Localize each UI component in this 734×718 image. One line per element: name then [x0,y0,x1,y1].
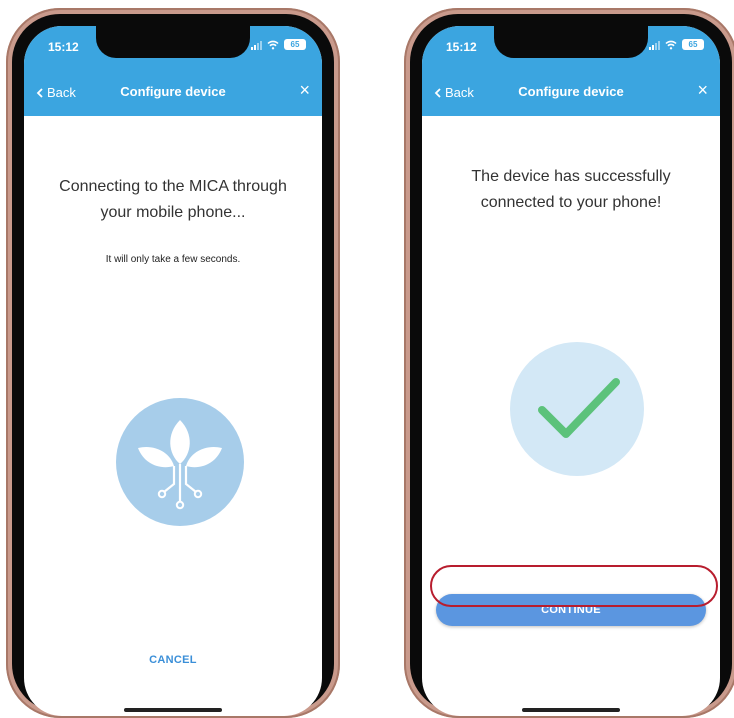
home-indicator[interactable] [124,708,222,712]
phone-frame-connected: 15:12 65 Back Configure device × The dev… [404,8,734,718]
close-button[interactable]: × [299,80,310,101]
wifi-icon [267,40,279,49]
signal-icon [649,40,660,50]
plant-graphic [138,420,222,510]
screen-connected: 15:12 65 Back Configure device × The dev… [422,26,720,716]
wifi-icon [665,40,677,49]
phone-notch [494,26,648,58]
status-time: 15:12 [48,40,79,54]
phone-frame-connecting: 15:12 65 Back Configure device × Connect… [6,8,340,718]
phone-notch [96,26,250,58]
signal-icon [251,40,262,50]
connecting-headline: Connecting to the MICA through your mobi… [44,174,302,226]
continue-highlight-annotation [430,565,718,607]
screen-connecting: 15:12 65 Back Configure device × Connect… [24,26,322,716]
battery-icon: 65 [682,39,704,50]
headline-line-1: Connecting to the MICA through [59,178,287,195]
status-bar: 15:12 65 [24,26,322,70]
status-icons: 65 [251,39,306,50]
nav-bar: Back Configure device × [24,70,322,116]
checkmark-icon [510,342,644,476]
battery-icon: 65 [284,39,306,50]
close-button[interactable]: × [697,80,708,101]
headline-line-2: your mobile phone... [100,204,246,221]
nav-bar: Back Configure device × [422,70,720,116]
status-icons: 65 [649,39,704,50]
status-time: 15:12 [446,40,477,54]
checkmark-graphic [538,378,620,438]
connected-headline: The device has successfully connected to… [442,164,700,216]
mica-plant-icon [116,398,244,526]
headline-line-2: connected to your phone! [480,194,662,211]
status-bar: 15:12 65 [422,26,720,70]
cancel-button[interactable]: CANCEL [24,654,322,666]
nav-title: Configure device [518,84,624,99]
home-indicator[interactable] [522,708,620,712]
nav-title: Configure device [120,84,226,99]
connecting-subline: It will only take a few seconds. [105,254,241,265]
headline-line-1: The device has successfully [471,168,671,185]
